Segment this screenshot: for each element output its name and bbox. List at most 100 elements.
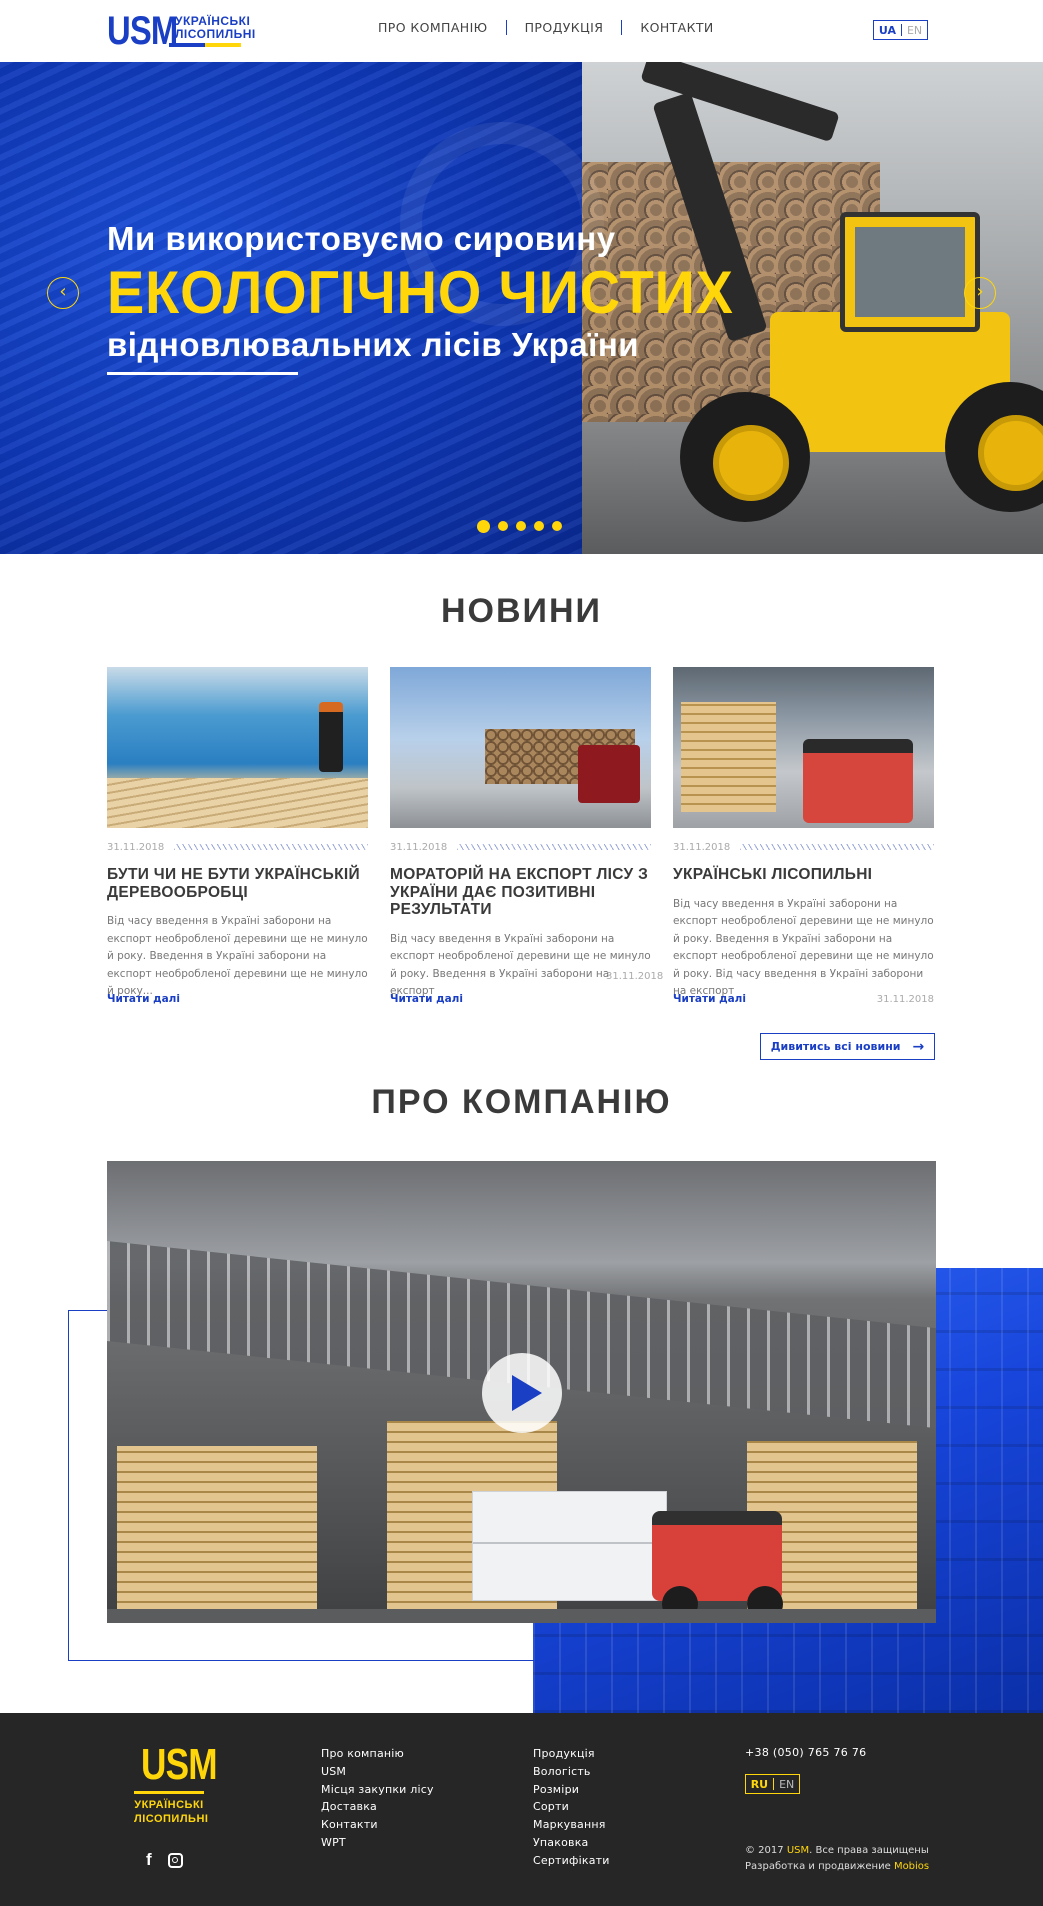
hero-underline [107, 372, 298, 375]
news-inline-date: 31.11.2018 [606, 971, 664, 982]
footer-link[interactable]: Місця закупки лісу [321, 1781, 434, 1799]
slider-dots [477, 519, 570, 533]
slider-dot-4[interactable] [534, 521, 544, 531]
news-title-link[interactable]: БУТИ ЧИ НЕ БУТИ УКРАЇНСЬКІЙ ДЕРЕВООБРОБЦ… [107, 866, 368, 901]
footer-logo-bar [134, 1791, 204, 1794]
hero-line-2: ЕКОЛОГІЧНО ЧИСТИХ [107, 259, 734, 326]
slider-dot-5[interactable] [552, 521, 562, 531]
footer-menu-company: Про компанію USM Місця закупки лісу Дост… [321, 1745, 434, 1852]
lang-divider [900, 24, 902, 36]
news-footer: Читати далі [107, 993, 368, 1005]
nav-divider [621, 20, 623, 35]
slider-next-icon[interactable]: › [964, 277, 996, 309]
footer-logo-line-1: УКРАЇНСЬКІ [134, 1799, 204, 1811]
developer-link[interactable]: Mobios [894, 1861, 929, 1872]
footer-link[interactable]: Вологість [533, 1763, 610, 1781]
news-image-warehouse[interactable] [673, 667, 934, 828]
footer-logo[interactable]: USM УКРАЇНСЬКІ ЛІСОПИЛЬНІ [134, 1740, 218, 1826]
footer-logo-mark: USM [141, 1740, 218, 1789]
footer-link[interactable]: Розміри [533, 1781, 610, 1799]
wrapped-lumber-pack [472, 1491, 668, 1601]
lang-divider [773, 1778, 775, 1790]
language-switcher: UA EN [873, 20, 928, 40]
site-footer: USM УКРАЇНСЬКІ ЛІСОПИЛЬНІ f Про компанію… [0, 1713, 1043, 1906]
nav-products[interactable]: ПРОДУКЦІЯ [525, 20, 604, 35]
nav-about[interactable]: ПРО КОМПАНІЮ [378, 20, 488, 35]
copyright-prefix: © 2017 [745, 1845, 787, 1856]
footer-link[interactable]: Сорти [533, 1798, 610, 1816]
all-news-button[interactable]: Дивитись всі новини → [760, 1033, 935, 1060]
footer-link[interactable]: Упаковка [533, 1834, 610, 1852]
footer-link[interactable]: Про компанію [321, 1745, 434, 1763]
news-card: 31.11.2018 УКРАЇНСЬКІ ЛІСОПИЛЬНІ Від час… [673, 667, 934, 1005]
read-more-link[interactable]: Читати далі [107, 993, 180, 1005]
footer-link[interactable]: Сертифікати [533, 1852, 610, 1870]
copyright-suffix: . Все права защищены [809, 1845, 929, 1856]
footer-logo-line-2: ЛІСОПИЛЬНІ [134, 1813, 209, 1825]
news-date: 31.11.2018 [390, 841, 448, 853]
read-more-link[interactable]: Читати далі [673, 993, 746, 1005]
slider-dot-2[interactable] [498, 521, 508, 531]
developer-prefix: Разработка и продвижение [745, 1861, 894, 1872]
zigzag-divider [740, 844, 934, 850]
news-image-sawmill[interactable] [107, 667, 368, 828]
play-icon[interactable] [482, 1353, 562, 1433]
news-card: 31.11.2018 БУТИ ЧИ НЕ БУТИ УКРАЇНСЬКІЙ Д… [107, 667, 368, 1005]
news-title-link[interactable]: МОРАТОРІЙ НА ЕКСПОРТ ЛІСУ З УКРАЇНИ ДАЄ … [390, 866, 651, 919]
news-footer: Читати далі 31.11.2018 [673, 993, 934, 1005]
news-date: 31.11.2018 [673, 841, 731, 853]
footer-link[interactable]: Контакти [321, 1816, 434, 1834]
copyright-brand[interactable]: USM [787, 1845, 809, 1856]
loader-cab [840, 212, 980, 332]
news-excerpt: Від часу введення в Україні заборони на … [390, 932, 651, 998]
news-date-row: 31.11.2018 [390, 841, 651, 853]
lang-en[interactable]: EN [779, 1778, 794, 1791]
decorative-frame-bottom [68, 1660, 534, 1661]
news-date-row: 31.11.2018 [673, 841, 934, 853]
nav-contacts[interactable]: КОНТАКТИ [640, 20, 713, 35]
warehouse-floor [107, 1609, 936, 1623]
footer-link[interactable]: WPT [321, 1834, 434, 1852]
lumber-stack [117, 1446, 317, 1621]
footer-link[interactable]: Маркування [533, 1816, 610, 1834]
lang-ua[interactable]: UA [879, 24, 896, 37]
footer-language-switcher: RU EN [745, 1774, 800, 1794]
logo-text: УКРАЇНСЬКІ ЛІСОПИЛЬНІ [169, 15, 256, 47]
footer-link[interactable]: Продукція [533, 1745, 610, 1763]
news-title-link[interactable]: УКРАЇНСЬКІ ЛІСОПИЛЬНІ [673, 866, 934, 884]
footer-link[interactable]: USM [321, 1763, 434, 1781]
instagram-icon[interactable] [167, 1852, 183, 1868]
logo-flag-stripe [169, 43, 241, 47]
footer-link[interactable]: Доставка [321, 1798, 434, 1816]
main-nav: ПРО КОМПАНІЮ ПРОДУКЦІЯ КОНТАКТИ [378, 20, 714, 35]
social-links: f [146, 1850, 183, 1870]
news-image-timber-truck[interactable] [390, 667, 651, 828]
read-more-link[interactable]: Читати далі [390, 993, 463, 1005]
news-bottom-date: 31.11.2018 [876, 993, 934, 1005]
news-title: НОВИНИ [441, 592, 602, 630]
news-date: 31.11.2018 [107, 841, 165, 853]
about-title: ПРО КОМПАНІЮ [371, 1083, 672, 1121]
logo-mark: USM [107, 9, 178, 53]
footer-phone[interactable]: +38 (050) 765 76 76 [745, 1746, 866, 1759]
zigzag-divider [457, 844, 651, 850]
arrow-right-icon: → [912, 1038, 925, 1055]
all-news-label: Дивитись всі новини [770, 1040, 901, 1053]
news-excerpt: Від часу введення в Україні заборони на … [673, 897, 934, 998]
facebook-icon[interactable]: f [146, 1850, 152, 1870]
hero-slider: Ми використовуємо сировину ЕКОЛОГІЧНО ЧИ… [0, 62, 1043, 554]
slider-prev-icon[interactable]: ‹ [47, 277, 79, 309]
footer-menu-products: Продукція Вологість Розміри Сорти Маркув… [533, 1745, 610, 1870]
lang-ru[interactable]: RU [751, 1778, 768, 1791]
news-date-row: 31.11.2018 [107, 841, 368, 853]
nav-divider [505, 20, 507, 35]
news-card: 31.11.2018 МОРАТОРІЙ НА ЕКСПОРТ ЛІСУ З У… [390, 667, 663, 1005]
logo[interactable]: USM УКРАЇНСЬКІ ЛІСОПИЛЬНІ [107, 11, 256, 51]
news-excerpt: Від часу введення в Україні заборони на … [107, 915, 368, 997]
slider-dot-1[interactable] [477, 519, 490, 533]
site-header: USM УКРАЇНСЬКІ ЛІСОПИЛЬНІ ПРО КОМПАНІЮ П… [0, 0, 1043, 62]
slider-dot-3[interactable] [516, 521, 526, 531]
news-footer: Читати далі [390, 993, 651, 1005]
zigzag-divider [174, 844, 368, 850]
lang-en[interactable]: EN [907, 24, 922, 37]
